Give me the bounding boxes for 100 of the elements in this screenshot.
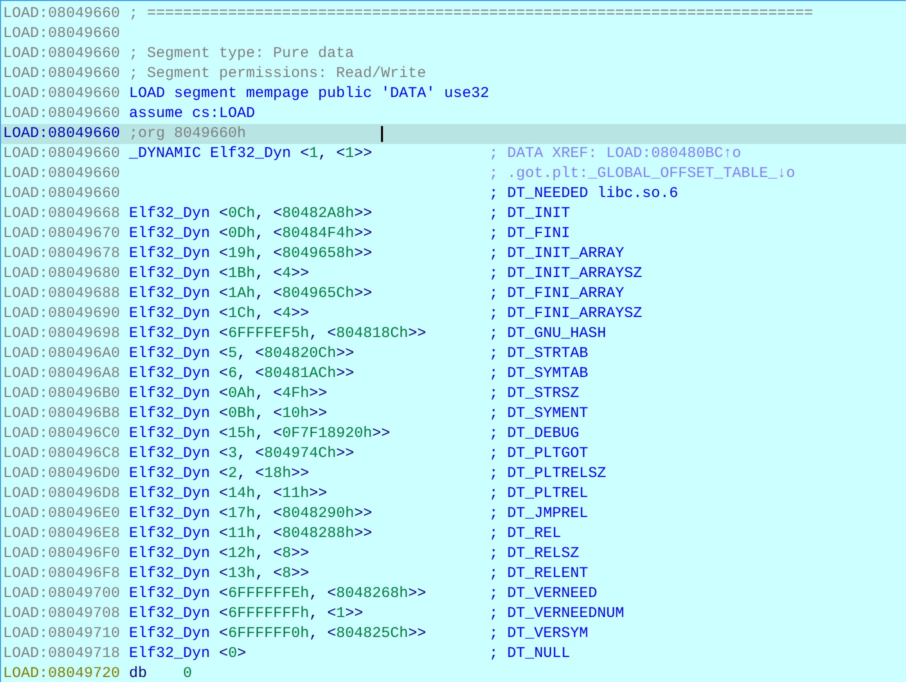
listing-line[interactable]: LOAD:080496D0 Elf32_Dyn <2, <18h>> ; DT_PLTRELSZ bbox=[1, 464, 906, 484]
listing-line[interactable]: LOAD:080496B0 Elf32_Dyn <0Ah, <4Fh>> ; DT_STRSZ bbox=[1, 384, 906, 404]
line-address: LOAD:080496D8 bbox=[3, 484, 122, 504]
listing-line[interactable]: LOAD:08049720 db 0 bbox=[1, 664, 906, 682]
line-address: LOAD:08049660 bbox=[3, 44, 122, 64]
listing-line[interactable]: LOAD:080496B8 Elf32_Dyn <0Bh, <10h>> ; DT_SYMENT bbox=[1, 404, 906, 424]
line-address: LOAD:080496B0 bbox=[3, 384, 122, 404]
operand-text: <0> bbox=[219, 645, 246, 662]
operand-text: <19h, <8049658h>> bbox=[219, 245, 372, 262]
line-address: LOAD:08049690 bbox=[3, 304, 122, 324]
type-name: Elf32_Dyn bbox=[129, 285, 210, 302]
line-address: LOAD:08049720 bbox=[3, 664, 122, 682]
operand-text: <12h, <8>> bbox=[219, 545, 310, 562]
type-name: Elf32_Dyn bbox=[210, 145, 292, 162]
type-name: Elf32_Dyn bbox=[129, 565, 210, 582]
listing-line[interactable]: LOAD:08049678 Elf32_Dyn <19h, <8049658h>> ; DT_INIT_ARRAY bbox=[1, 244, 906, 264]
comment-text: ; DT_REL bbox=[489, 524, 562, 544]
listing-line[interactable]: LOAD:08049660 ; Segment type: Pure data bbox=[1, 44, 906, 64]
line-address: LOAD:08049660 bbox=[3, 4, 122, 24]
line-address: LOAD:08049660 bbox=[3, 124, 122, 144]
comment-text: ; DT_SYMENT bbox=[489, 404, 588, 424]
operand-text: <17h, <8048290h>> bbox=[219, 505, 372, 522]
listing-line[interactable]: LOAD:08049660 assume cs:LOAD bbox=[1, 104, 906, 124]
type-name: Elf32_Dyn bbox=[129, 445, 210, 462]
type-name: Elf32_Dyn bbox=[129, 405, 210, 422]
line-address: LOAD:08049660 bbox=[3, 104, 122, 124]
listing-line[interactable]: LOAD:080496E8 Elf32_Dyn <11h, <8048288h>> ; DT_REL bbox=[1, 524, 906, 544]
line-address: LOAD:08049660 bbox=[3, 84, 122, 104]
comment-text: ; DT_STRTAB bbox=[489, 344, 588, 364]
listing-line[interactable]: LOAD:080496F8 Elf32_Dyn <13h, <8>> ; DT_RELENT bbox=[1, 564, 906, 584]
listing-line[interactable]: LOAD:08049660 ; DT_NEEDED libc.so.6 bbox=[1, 184, 906, 204]
listing-line[interactable]: LOAD:08049660 bbox=[1, 24, 906, 44]
listing-line[interactable]: LOAD:080496C8 Elf32_Dyn <3, <804974Ch>> ; DT_PLTGOT bbox=[1, 444, 906, 464]
comment-text: ; Segment type: Pure data bbox=[129, 45, 354, 62]
listing-line[interactable]: LOAD:08049698 Elf32_Dyn <6FFFFEF5h, <804818Ch>> ; DT_GNU_HASH bbox=[1, 324, 906, 344]
directive-text: LOAD segment mempage public 'DATA' use32 bbox=[129, 85, 490, 102]
operand-text: <0Bh, <10h>> bbox=[219, 405, 328, 422]
line-address: LOAD:080496B8 bbox=[3, 404, 122, 424]
type-name: Elf32_Dyn bbox=[129, 265, 210, 282]
listing-line[interactable]: LOAD:08049670 Elf32_Dyn <0Dh, <80484F4h>> ; DT_FINI bbox=[1, 224, 906, 244]
listing-line[interactable]: LOAD:080496D8 Elf32_Dyn <14h, <11h>> ; DT_PLTREL bbox=[1, 484, 906, 504]
line-address: LOAD:08049660 bbox=[3, 184, 122, 204]
line-address: LOAD:08049660 bbox=[3, 144, 122, 164]
listing-line[interactable]: LOAD:080496E0 Elf32_Dyn <17h, <8048290h>> ; DT_JMPREL bbox=[1, 504, 906, 524]
operand-text: <0Dh, <80484F4h>> bbox=[219, 225, 372, 242]
listing-line[interactable]: LOAD:08049680 Elf32_Dyn <1Bh, <4>> ; DT_INIT_ARRAYSZ bbox=[1, 264, 906, 284]
operand-text: <3, <804974Ch>> bbox=[219, 445, 354, 462]
operand-text: <2, <18h>> bbox=[219, 465, 310, 482]
comment-text: ; DT_PLTREL bbox=[489, 484, 588, 504]
line-address: LOAD:08049668 bbox=[3, 204, 122, 224]
listing-line[interactable]: LOAD:08049700 Elf32_Dyn <6FFFFFFEh, <8048268h>> ; DT_VERNEED bbox=[1, 584, 906, 604]
listing-line[interactable]: LOAD:080496A8 Elf32_Dyn <6, <80481ACh>> ; DT_SYMTAB bbox=[1, 364, 906, 384]
comment-text: ; DT_RELENT bbox=[489, 564, 588, 584]
listing-line[interactable]: LOAD:08049660 _DYNAMIC Elf32_Dyn <1, <1>> ; DATA XREF: LOAD:080480BC↑o bbox=[1, 144, 906, 164]
comment-text: ; DT_FINI_ARRAYSZ bbox=[489, 304, 642, 324]
listing-line[interactable]: LOAD:08049660 ; Segment permissions: Read/Write bbox=[1, 64, 906, 84]
comment-text: ; DT_INIT_ARRAYSZ bbox=[489, 264, 642, 284]
line-address: LOAD:080496E8 bbox=[3, 524, 122, 544]
line-address: LOAD:080496C0 bbox=[3, 424, 122, 444]
line-address: LOAD:080496C8 bbox=[3, 444, 122, 464]
listing-line[interactable]: LOAD:080496A0 Elf32_Dyn <5, <804820Ch>> ; DT_STRTAB bbox=[1, 344, 906, 364]
line-address: LOAD:08049678 bbox=[3, 244, 122, 264]
line-address: LOAD:080496F8 bbox=[3, 564, 122, 584]
listing-line[interactable]: LOAD:08049660 ; .got.plt:_GLOBAL_OFFSET_TABLE_↓o bbox=[1, 164, 906, 184]
listing-line[interactable]: LOAD:080496C0 Elf32_Dyn <15h, <0F7F18920h>> ; DT_DEBUG bbox=[1, 424, 906, 444]
operand-text: <11h, <8048288h>> bbox=[219, 525, 372, 542]
mnemonic-text: db bbox=[129, 665, 148, 682]
type-name: Elf32_Dyn bbox=[129, 225, 210, 242]
type-name: Elf32_Dyn bbox=[129, 305, 210, 322]
operand-text: <0Ah, <4Fh>> bbox=[219, 385, 328, 402]
type-name: Elf32_Dyn bbox=[129, 505, 210, 522]
line-address: LOAD:080496A8 bbox=[3, 364, 122, 384]
type-name: Elf32_Dyn bbox=[129, 425, 210, 442]
listing-line[interactable]: LOAD:08049668 Elf32_Dyn <0Ch, <80482A8h>> ; DT_INIT bbox=[1, 204, 906, 224]
line-address: LOAD:080496F0 bbox=[3, 544, 122, 564]
comment-text: ; DT_DEBUG bbox=[489, 424, 580, 444]
listing-line[interactable]: LOAD:08049708 Elf32_Dyn <6FFFFFFFh, <1>> ; DT_VERNEEDNUM bbox=[1, 604, 906, 624]
text-cursor bbox=[381, 126, 384, 142]
operand-text: <1, <1>> bbox=[300, 145, 372, 162]
comment-text: ; DT_NULL bbox=[489, 644, 570, 664]
operand-text: <6FFFFFFEh, <8048268h>> bbox=[219, 585, 426, 602]
listing-line[interactable]: LOAD:08049660 LOAD segment mempage public 'DATA' use32 bbox=[1, 84, 906, 104]
operand-text: <6, <80481ACh>> bbox=[219, 365, 354, 382]
type-name: Elf32_Dyn bbox=[129, 485, 210, 502]
comment-text: ; Segment permissions: Read/Write bbox=[129, 65, 426, 82]
listing-line[interactable]: LOAD:08049710 Elf32_Dyn <6FFFFFF0h, <804825Ch>> ; DT_VERSYM bbox=[1, 624, 906, 644]
line-address: LOAD:08049708 bbox=[3, 604, 122, 624]
listing-line[interactable]: LOAD:08049660 ; ========================================================================== bbox=[1, 4, 906, 24]
listing-line[interactable]: LOAD:08049688 Elf32_Dyn <1Ah, <804965Ch>> ; DT_FINI_ARRAY bbox=[1, 284, 906, 304]
operand-text: <0Ch, <80482A8h>> bbox=[219, 205, 372, 222]
operand-text: <5, <804820Ch>> bbox=[219, 345, 354, 362]
type-name: Elf32_Dyn bbox=[129, 545, 210, 562]
line-address: LOAD:08049688 bbox=[3, 284, 122, 304]
listing-line[interactable]: LOAD:080496F0 Elf32_Dyn <12h, <8>> ; DT_RELSZ bbox=[1, 544, 906, 564]
listing-line[interactable]: LOAD:08049690 Elf32_Dyn <1Ch, <4>> ; DT_FINI_ARRAYSZ bbox=[1, 304, 906, 324]
line-address: LOAD:080496E0 bbox=[3, 504, 122, 524]
type-name: Elf32_Dyn bbox=[129, 465, 210, 482]
listing-line[interactable]: LOAD:08049718 Elf32_Dyn <0> ; DT_NULL bbox=[1, 644, 906, 664]
type-name: Elf32_Dyn bbox=[129, 365, 210, 382]
line-address: LOAD:08049710 bbox=[3, 624, 122, 644]
